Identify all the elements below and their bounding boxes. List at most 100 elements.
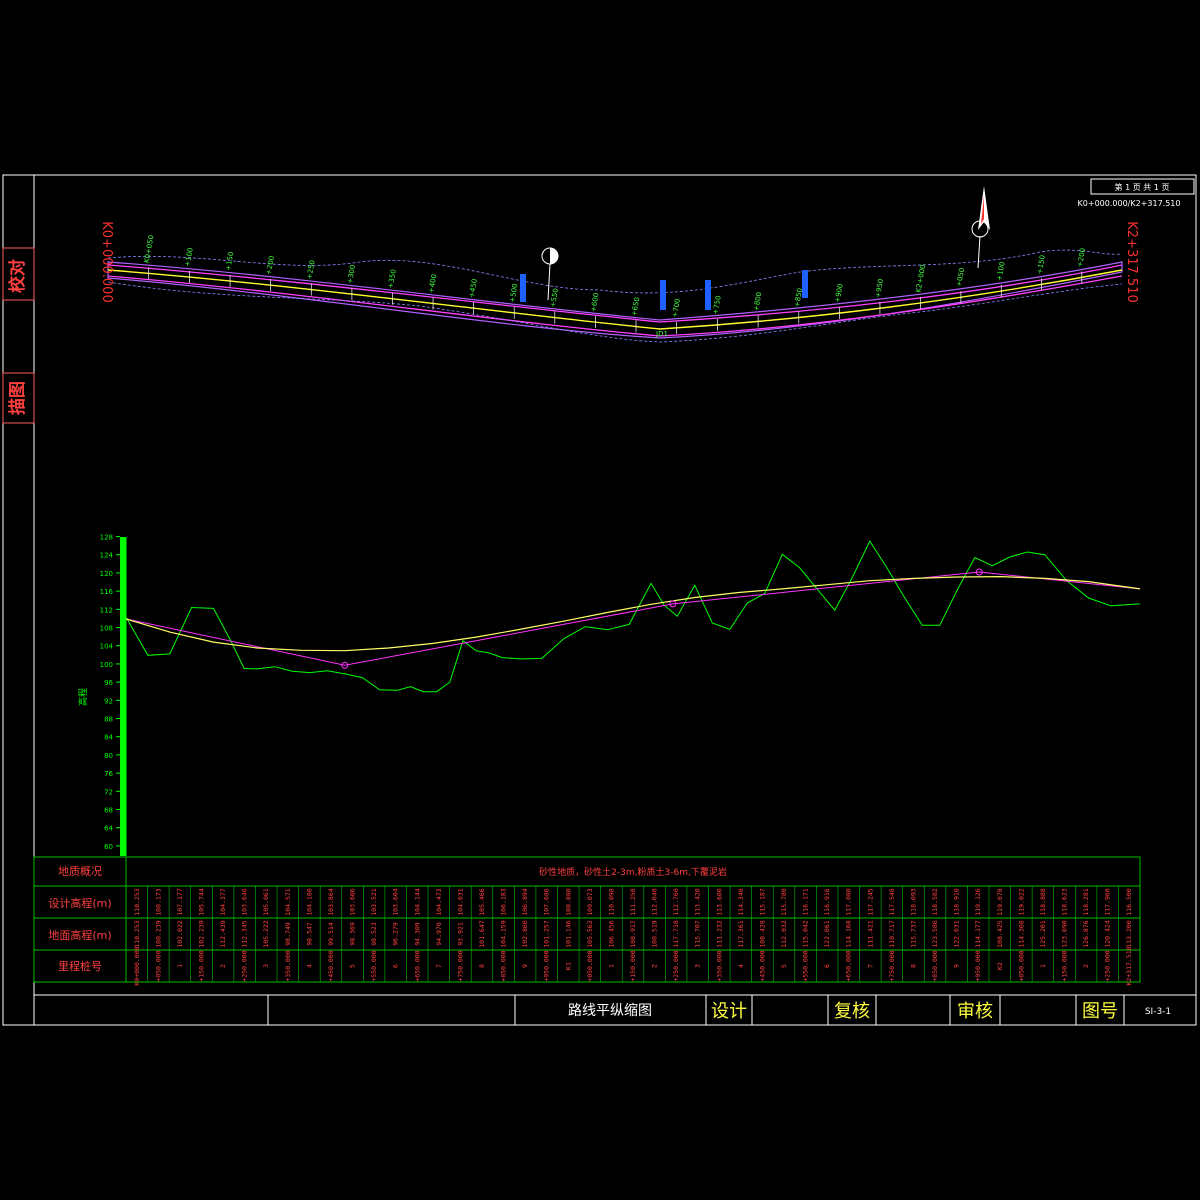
plan-station-label: +550 — [549, 288, 560, 308]
design-elevation-value: 105.744 — [198, 888, 206, 915]
station-value: 9 — [521, 964, 529, 968]
plan-station-label: +600 — [589, 292, 600, 312]
ground-elevation-value: 94.970 — [435, 922, 443, 946]
design-elevation-value: 111.258 — [629, 888, 637, 915]
plan-station-label: +800 — [752, 291, 763, 311]
station-value: 5 — [349, 964, 357, 968]
ground-elevation-value: 114.308 — [1017, 920, 1025, 947]
plan-station-label: K0+050 — [143, 234, 156, 263]
ground-elevation-value: 101.647 — [478, 920, 486, 947]
ground-elevation-value: 105.222 — [262, 920, 270, 947]
station-value: 4 — [737, 964, 745, 968]
elevation-tick-label: 64 — [104, 825, 113, 833]
design-elevation-value: 118.281 — [1082, 888, 1090, 915]
plan-contour-upper — [107, 249, 1123, 294]
station-value: K2+317.510 — [1125, 946, 1133, 985]
design-elevation-value: 103.864 — [327, 888, 335, 915]
design-elevation-value: 106.894 — [521, 888, 529, 915]
design-elevation-value: 107.686 — [543, 888, 551, 915]
design-line — [125, 575, 1141, 652]
design-elevation-value: 104.631 — [456, 888, 464, 915]
ground-elevation-value: 115.042 — [802, 920, 810, 947]
design-elevation-value: 115.780 — [780, 888, 788, 915]
design-elevation-value: 104.473 — [435, 888, 443, 915]
elevation-tick-label: 124 — [100, 552, 114, 560]
station-value: 8 — [478, 964, 486, 968]
station-value: +450.000 — [327, 950, 335, 981]
elevation-tick-label: 120 — [100, 570, 113, 578]
station-value: +750.000 — [888, 950, 896, 981]
ground-elevation-value: 96.279 — [392, 922, 400, 946]
design-elevation-value: 110.253 — [133, 888, 141, 915]
ground-elevation-value: 98.749 — [284, 922, 292, 946]
station-range: K0+000.000/K2+317.510 — [1078, 199, 1181, 208]
design-elevation-value: 118.623 — [1061, 888, 1069, 915]
station-value: 2 — [1082, 964, 1090, 968]
plan-station-label: +950 — [874, 278, 885, 298]
design-elevation-value: 118.888 — [1039, 888, 1047, 915]
plan-edge-upper-left — [107, 264, 661, 323]
design-elevation-value: 103.521 — [370, 888, 378, 915]
station-value: +650.000 — [413, 950, 421, 981]
design-elevation-value: 103.646 — [241, 888, 249, 915]
geology-text: 砂性地质，砂性土2-3m,粉质土3-6m,下覆泥岩 — [539, 866, 727, 878]
station-value: +250.000 — [1104, 950, 1112, 981]
ground-elevation-value: 110.253 — [133, 920, 141, 947]
ground-elevation-value: 98.523 — [370, 922, 378, 946]
station-value: +450.000 — [758, 950, 766, 981]
ground-elevation-value: 102.239 — [198, 920, 206, 947]
design-elevation-value: 105.466 — [478, 888, 486, 915]
station-value: 2 — [651, 964, 659, 968]
ground-elevation-value: 108.239 — [154, 920, 162, 947]
design-elevation-value: 112.040 — [651, 888, 659, 915]
design-elevation-value: 107.177 — [176, 888, 184, 915]
plan-station-label: +900 — [834, 283, 845, 303]
approve-label: 审核 — [957, 1001, 993, 1022]
design-elevation-value: 113.600 — [715, 888, 723, 915]
row-label-station: 里程桩号 — [58, 959, 102, 973]
design-elevation-value: 104.144 — [413, 888, 421, 915]
ground-elevation-value: 112.345 — [241, 920, 249, 947]
plan-station-label: +050 — [955, 267, 966, 287]
ground-elevation-value: 99.514 — [327, 922, 335, 946]
elevation-tick-label: 128 — [100, 534, 113, 542]
station-value: K2 — [996, 962, 1004, 970]
ground-line — [125, 540, 1140, 693]
ground-elevation-value: 123.586 — [931, 920, 939, 947]
ground-elevation-value: 117.718 — [672, 920, 680, 947]
drawing-title: 路线平纵缩图 — [568, 1003, 652, 1019]
station-value: 2 — [219, 964, 227, 968]
station-value: 5 — [780, 964, 788, 968]
design-elevation-value: 117.960 — [1104, 888, 1112, 915]
elevation-tick-label: 100 — [100, 661, 113, 669]
plan-station-label: +150 — [224, 251, 235, 271]
ground-elevation-value: 113.200 — [1125, 920, 1133, 947]
design-elevation-value: 103.604 — [392, 888, 400, 915]
ground-elevation-value: 105.562 — [586, 920, 594, 947]
station-value: +350.000 — [715, 950, 723, 981]
grade-line — [125, 571, 1141, 666]
station-value: +850.000 — [931, 950, 939, 981]
station-value: +250.000 — [241, 950, 249, 981]
station-value: 7 — [435, 964, 443, 968]
design-elevation-value: 119.126 — [974, 888, 982, 915]
plan-station-label: +500 — [508, 283, 519, 303]
plan-station-label: +250 — [305, 260, 316, 280]
ground-elevation-value: 120.424 — [1104, 920, 1112, 947]
ground-elevation-value: 126.876 — [1082, 920, 1090, 947]
elevation-ticks: 60 64 68 72 76 80 84 88 92 96 100 104 108 112 116 120 12… — [100, 534, 120, 851]
station-value: K0+000.000 — [133, 946, 141, 985]
review-label: 复核 — [834, 1001, 870, 1022]
design-elevation-value: 114.340 — [737, 888, 745, 915]
number-label: 图号 — [1082, 1001, 1118, 1022]
station-value: +550.000 — [802, 950, 810, 981]
plan-station-labels: K0+050 +100 +150 +200 +250 +300 +350 +400 +450 +5… — [143, 234, 1087, 334]
design-elevation-value: 104.180 — [305, 888, 313, 915]
ground-elevation-value: 110.717 — [888, 920, 896, 947]
station-value: K1 — [564, 962, 572, 970]
design-elevation-value: 110.098 — [607, 888, 615, 915]
plan-edge-lower — [107, 275, 1123, 337]
elevation-axis-bar — [120, 537, 126, 856]
binding-strip — [2, 174, 35, 1026]
design-elevation-value: 104.377 — [219, 888, 227, 915]
